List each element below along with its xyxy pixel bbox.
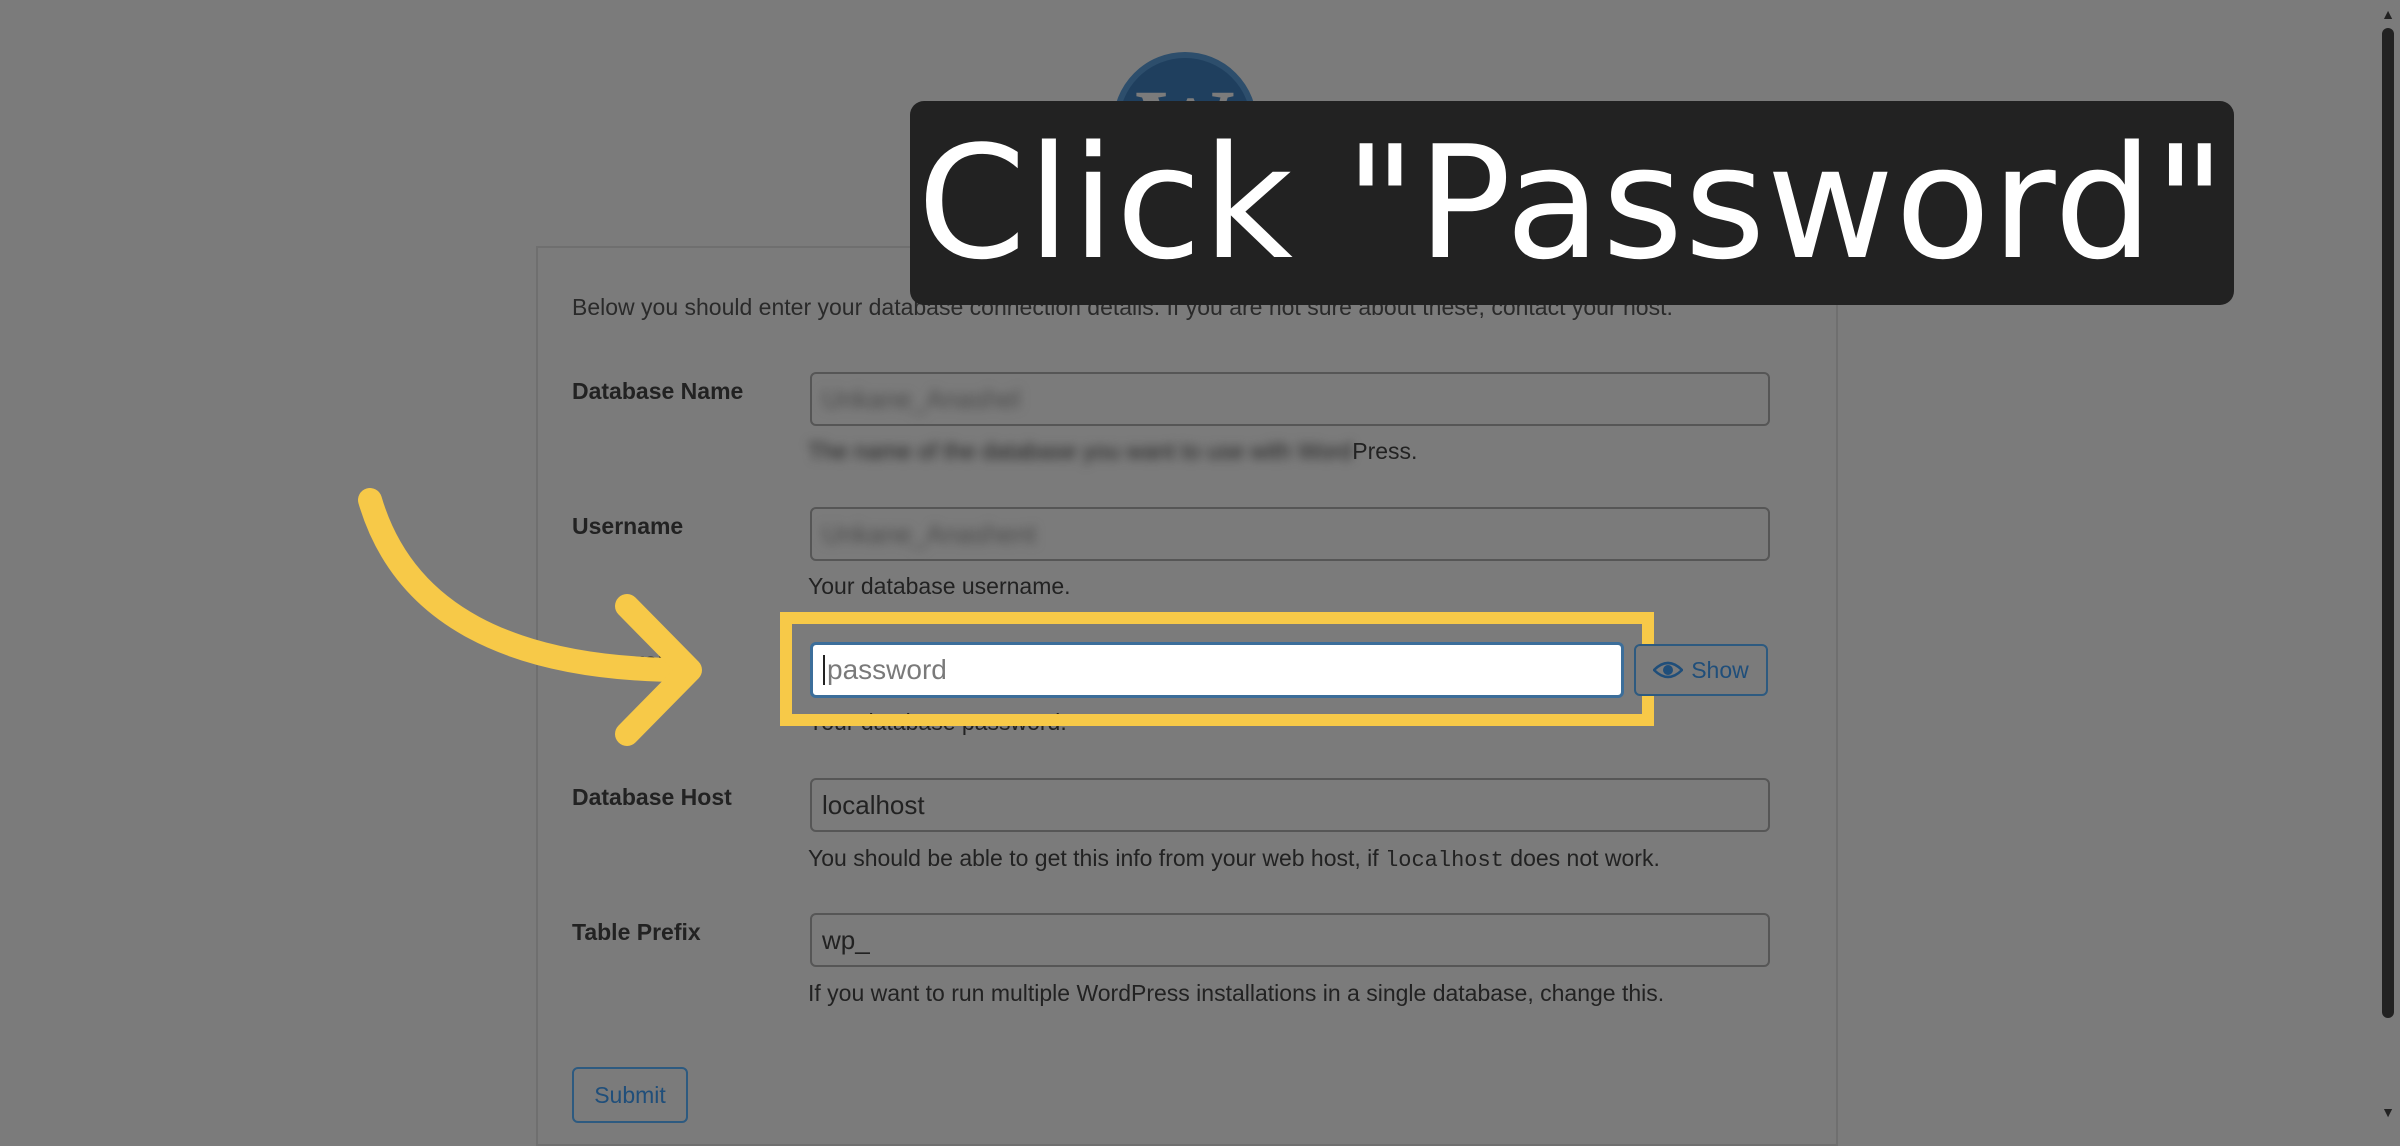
database-host-label: Database Host [572,784,732,810]
pointer-arrow-icon [358,488,702,746]
database-name-help-blurred: The name of the database you want to use… [808,438,1353,464]
eye-icon [1653,661,1684,679]
scroll-up-icon[interactable]: ▲ [2380,6,2396,22]
instruction-callout-text: Click "Password" [917,112,2227,294]
show-password-label: Show [1691,656,1749,683]
table-prefix-value: wp_ [822,924,870,955]
database-name-value: Unkane_Anashel [822,383,1021,414]
database-host-help: You should be able to get this info from… [808,845,1660,873]
instruction-callout: Click "Password" [910,101,2234,305]
scrollbar-thumb[interactable] [2382,28,2394,1018]
database-name-help-visible: Press. [1352,438,1418,464]
scroll-down-icon[interactable]: ▼ [2380,1104,2396,1120]
database-host-help-code: localhost [1385,848,1504,873]
text-caret [823,655,825,685]
password-placeholder: password [827,654,947,685]
database-name-help: The name of the database you want to use… [808,438,1417,465]
database-name-input[interactable]: Unkane_Anashel [810,372,1770,426]
password-input[interactable]: password [810,642,1624,698]
database-host-input[interactable]: localhost [810,778,1770,832]
table-prefix-help: If you want to run multiple WordPress in… [808,980,1665,1006]
username-value: Unkane_Anashent [822,518,1036,549]
show-password-button[interactable]: Show [1634,644,1768,696]
submit-button[interactable]: Submit [572,1067,688,1123]
table-prefix-input[interactable]: wp_ [810,913,1770,967]
vertical-scrollbar[interactable]: ▲ ▼ [2376,0,2400,1126]
database-host-help-suffix: does not work. [1503,845,1660,871]
table-prefix-label: Table Prefix [572,919,701,945]
username-help: Your database username. [808,573,1071,599]
database-host-help-prefix: You should be able to get this info from… [808,845,1386,871]
database-host-value: localhost [822,789,925,820]
username-input[interactable]: Unkane_Anashent [810,507,1770,561]
database-name-label: Database Name [572,378,744,404]
